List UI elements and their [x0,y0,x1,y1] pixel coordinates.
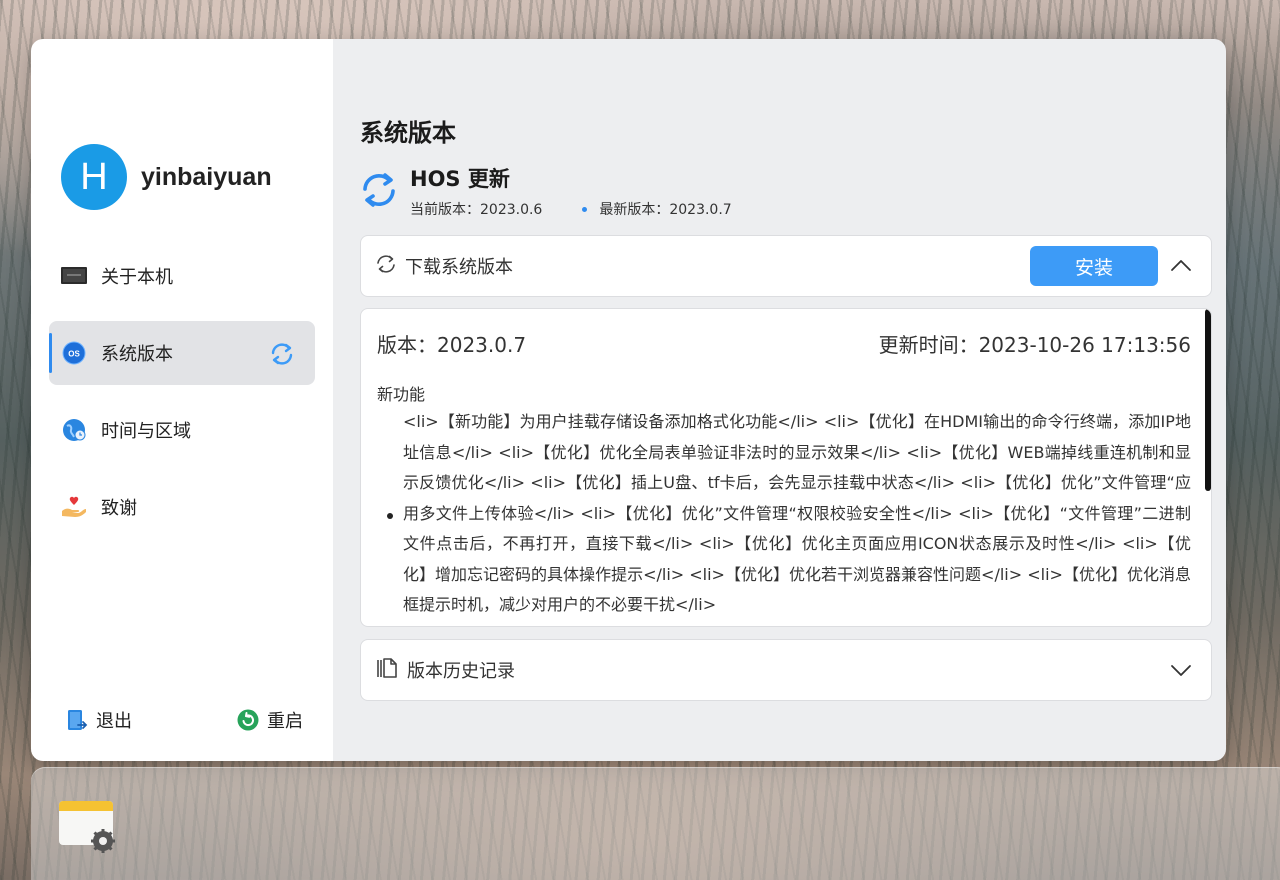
bullet-icon [381,407,403,621]
settings-app-icon[interactable] [59,801,117,853]
heart-hand-icon [61,494,87,520]
refresh-icon [375,253,397,279]
release-notes-panel: 版本：2023.0.7 更新时间：2023-10-26 17:13:56 新功能… [360,308,1212,627]
release-notes: <li>【新功能】为用户挂载存储设备添加格式化功能</li> <li>【优化】在… [381,407,1191,621]
sidebar-item-label: 致谢 [101,498,137,519]
user-profile: H yinbaiyuan [61,144,272,210]
sidebar-item-thanks[interactable]: 致谢 [49,475,315,539]
sidebar-item-about[interactable]: 关于本机 [49,244,315,308]
download-panel: 下载系统版本 安装 [360,235,1212,297]
release-version: 版本：2023.0.7 [377,333,527,357]
chevron-up-icon[interactable] [1169,254,1193,278]
sidebar-item-system-version[interactable]: OS 系统版本 [49,321,315,385]
globe-icon [61,417,87,443]
latest-version: 最新版本：2023.0.7 [599,202,732,218]
dot-icon [582,206,588,212]
restart-label: 重启 [267,711,303,732]
restart-button[interactable]: 重启 [237,707,303,733]
update-header: HOS 更新 当前版本：2023.0.6 最新版本：2023.0.7 [360,163,732,219]
release-notes-text: <li>【新功能】为用户挂载存储设备添加格式化功能</li> <li>【优化】在… [403,412,1191,614]
sidebar-nav: 关于本机 OS 系统版本 时间与区域 致谢 [49,244,315,552]
download-label: 下载系统版本 [405,257,513,278]
restart-icon [237,709,259,731]
logout-button[interactable]: 退出 [66,707,132,733]
sidebar-item-time-region[interactable]: 时间与区域 [49,398,315,462]
os-icon: OS [61,340,87,366]
copy-icon [375,656,399,684]
dock [31,767,1280,880]
avatar: H [61,144,127,210]
section-title: 新功能 [377,385,426,404]
logout-label: 退出 [96,711,132,732]
monitor-icon [61,263,87,289]
current-version: 当前版本：2023.0.6 [410,202,543,218]
install-button[interactable]: 安装 [1030,246,1158,286]
release-time: 更新时间：2023-10-26 17:13:56 [878,333,1191,357]
history-panel[interactable]: 版本历史记录 [360,639,1212,701]
update-title: HOS 更新 [410,167,510,191]
version-info: 当前版本：2023.0.6 最新版本：2023.0.7 [410,199,732,219]
main-panel: 系统版本 HOS 更新 当前版本：2023.0.6 最新版本：2023.0.7 … [333,39,1226,761]
sidebar-item-label: 时间与区域 [101,421,191,442]
settings-window: H yinbaiyuan 关于本机 OS 系统版本 时间与区域 致谢 退出 重启… [31,39,1226,761]
sidebar-item-label: 系统版本 [101,344,173,365]
logout-icon [66,709,88,731]
sidebar-footer: 退出 重启 [66,707,303,733]
page-title: 系统版本 [360,119,456,147]
sync-icon[interactable] [269,341,295,367]
release-meta: 版本：2023.0.7 更新时间：2023-10-26 17:13:56 [377,329,1191,358]
sync-icon [360,171,398,209]
svg-text:OS: OS [68,350,80,359]
scrollbar[interactable] [1205,309,1211,491]
username: yinbaiyuan [141,162,272,191]
sidebar-item-label: 关于本机 [101,267,173,288]
sidebar: H yinbaiyuan 关于本机 OS 系统版本 时间与区域 致谢 退出 重启 [31,39,333,761]
chevron-down-icon[interactable] [1169,658,1193,682]
history-label: 版本历史记录 [407,661,515,682]
